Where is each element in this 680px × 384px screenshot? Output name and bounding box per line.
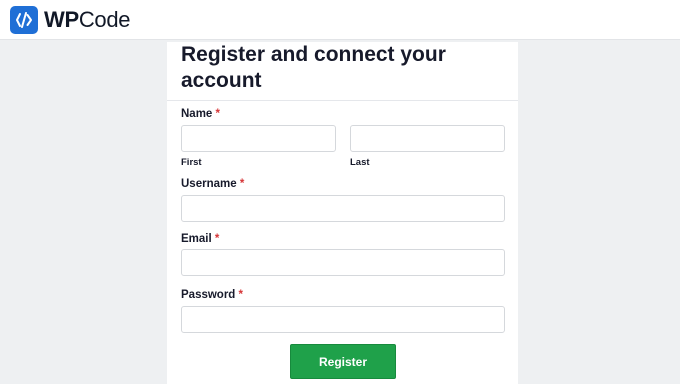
last-name-sublabel: Last bbox=[350, 157, 370, 168]
page-title: Register and connect your account bbox=[181, 43, 446, 92]
password-label: Password * bbox=[181, 289, 243, 301]
username-label-text: Username bbox=[181, 178, 237, 190]
name-label: Name * bbox=[181, 108, 220, 120]
brand-name[interactable]: WPCode bbox=[44, 7, 131, 33]
required-marker: * bbox=[215, 108, 221, 120]
password-input[interactable] bbox=[181, 306, 505, 333]
email-label: Email * bbox=[181, 233, 219, 245]
brand-name-bold: WP bbox=[44, 7, 79, 32]
first-name-input[interactable] bbox=[181, 125, 336, 152]
registration-card: Register and connect your account Name *… bbox=[167, 42, 518, 384]
username-input[interactable] bbox=[181, 195, 505, 222]
top-bar: WPCode bbox=[0, 0, 680, 40]
password-label-text: Password bbox=[181, 289, 236, 301]
first-name-sublabel: First bbox=[181, 157, 202, 168]
email-label-text: Email bbox=[181, 233, 212, 245]
required-marker: * bbox=[214, 233, 220, 245]
last-name-input[interactable] bbox=[350, 125, 505, 152]
username-label: Username * bbox=[181, 178, 244, 190]
brand-name-rest: Code bbox=[78, 7, 131, 32]
wpcode-logo-icon[interactable] bbox=[10, 6, 38, 34]
email-input[interactable] bbox=[181, 249, 505, 276]
title-divider bbox=[167, 100, 518, 101]
register-button[interactable]: Register bbox=[290, 344, 396, 379]
required-marker: * bbox=[239, 178, 245, 190]
required-marker: * bbox=[238, 289, 244, 301]
name-label-text: Name bbox=[181, 108, 213, 120]
